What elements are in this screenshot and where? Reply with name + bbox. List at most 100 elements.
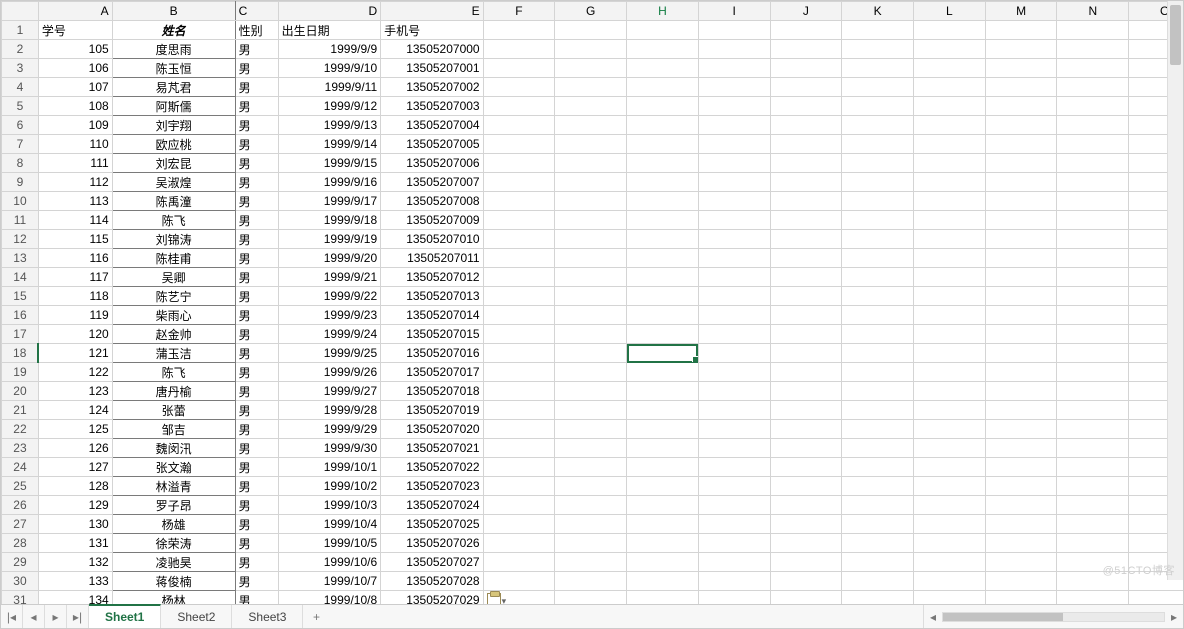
cell-L27[interactable] — [914, 515, 986, 534]
cell-K29[interactable] — [842, 553, 914, 572]
cell-D28[interactable]: 1999/10/5 — [278, 534, 380, 553]
select-all-cell[interactable] — [2, 2, 39, 21]
cell-H6[interactable] — [627, 116, 699, 135]
cell-G26[interactable] — [555, 496, 627, 515]
cell-G31[interactable] — [555, 591, 627, 605]
cell-D25[interactable]: 1999/10/2 — [278, 477, 380, 496]
cell-L19[interactable] — [914, 363, 986, 382]
cell-D20[interactable]: 1999/9/27 — [278, 382, 380, 401]
cell-A21[interactable]: 124 — [38, 401, 112, 420]
cell-L22[interactable] — [914, 420, 986, 439]
cell-L24[interactable] — [914, 458, 986, 477]
row-header-30[interactable]: 30 — [2, 572, 39, 591]
cell-G27[interactable] — [555, 515, 627, 534]
cell-L30[interactable] — [914, 572, 986, 591]
cell-D29[interactable]: 1999/10/6 — [278, 553, 380, 572]
row-header-3[interactable]: 3 — [2, 59, 39, 78]
cell-D19[interactable]: 1999/9/26 — [278, 363, 380, 382]
cell-N4[interactable] — [1057, 78, 1129, 97]
cell-C4[interactable]: 男 — [235, 78, 278, 97]
cell-E26[interactable]: 13505207024 — [381, 496, 483, 515]
cell-K21[interactable] — [842, 401, 914, 420]
cell-D31[interactable]: 1999/10/8 — [278, 591, 380, 605]
row-header-27[interactable]: 27 — [2, 515, 39, 534]
cell-D2[interactable]: 1999/9/9 — [278, 40, 380, 59]
cell-K31[interactable] — [842, 591, 914, 605]
cell-K26[interactable] — [842, 496, 914, 515]
cell-C21[interactable]: 男 — [235, 401, 278, 420]
cell-M11[interactable] — [985, 211, 1057, 230]
cell-F12[interactable] — [483, 230, 555, 249]
cell-A6[interactable]: 109 — [38, 116, 112, 135]
cell-C9[interactable]: 男 — [235, 173, 278, 192]
cell-M14[interactable] — [985, 268, 1057, 287]
cell-C25[interactable]: 男 — [235, 477, 278, 496]
hscroll-right[interactable]: ▸ — [1165, 610, 1183, 624]
cell-C6[interactable]: 男 — [235, 116, 278, 135]
column-header-N[interactable]: N — [1057, 2, 1129, 21]
cell-B31[interactable]: 杨林 — [112, 591, 235, 605]
cell-J7[interactable] — [770, 135, 842, 154]
cell-D18[interactable]: 1999/9/25 — [278, 344, 380, 363]
cell-M17[interactable] — [985, 325, 1057, 344]
cell-L31[interactable] — [914, 591, 986, 605]
cell-K20[interactable] — [842, 382, 914, 401]
cell-M13[interactable] — [985, 249, 1057, 268]
column-header-J[interactable]: J — [770, 2, 842, 21]
cell-A29[interactable]: 132 — [38, 553, 112, 572]
cell-C19[interactable]: 男 — [235, 363, 278, 382]
cell-H30[interactable] — [627, 572, 699, 591]
cell-E4[interactable]: 13505207002 — [381, 78, 483, 97]
cell-I13[interactable] — [698, 249, 770, 268]
vertical-scroll-thumb[interactable] — [1170, 5, 1181, 65]
cell-H18[interactable] — [627, 344, 699, 363]
cell-B25[interactable]: 林溢青 — [112, 477, 235, 496]
cell-E1[interactable]: 手机号 — [381, 21, 483, 40]
cell-G12[interactable] — [555, 230, 627, 249]
cell-K25[interactable] — [842, 477, 914, 496]
cell-E5[interactable]: 13505207003 — [381, 97, 483, 116]
cell-J26[interactable] — [770, 496, 842, 515]
cell-J18[interactable] — [770, 344, 842, 363]
cell-A2[interactable]: 105 — [38, 40, 112, 59]
cell-K23[interactable] — [842, 439, 914, 458]
tab-nav-last[interactable]: ▸| — [67, 605, 89, 628]
cell-I28[interactable] — [698, 534, 770, 553]
cell-C15[interactable]: 男 — [235, 287, 278, 306]
cell-B28[interactable]: 徐荣涛 — [112, 534, 235, 553]
cell-J1[interactable] — [770, 21, 842, 40]
cell-D9[interactable]: 1999/9/16 — [278, 173, 380, 192]
cell-N15[interactable] — [1057, 287, 1129, 306]
cell-M24[interactable] — [985, 458, 1057, 477]
cell-E23[interactable]: 13505207021 — [381, 439, 483, 458]
cell-I29[interactable] — [698, 553, 770, 572]
cell-A13[interactable]: 116 — [38, 249, 112, 268]
cell-M30[interactable] — [985, 572, 1057, 591]
cell-J21[interactable] — [770, 401, 842, 420]
cell-A3[interactable]: 106 — [38, 59, 112, 78]
cell-B8[interactable]: 刘宏昆 — [112, 154, 235, 173]
column-header-D[interactable]: D — [278, 2, 380, 21]
cell-N11[interactable] — [1057, 211, 1129, 230]
cell-G19[interactable] — [555, 363, 627, 382]
cell-J23[interactable] — [770, 439, 842, 458]
cell-D8[interactable]: 1999/9/15 — [278, 154, 380, 173]
cell-F20[interactable] — [483, 382, 555, 401]
cell-D4[interactable]: 1999/9/11 — [278, 78, 380, 97]
cell-F1[interactable] — [483, 21, 555, 40]
cell-C1[interactable]: 性别 — [235, 21, 278, 40]
cell-N17[interactable] — [1057, 325, 1129, 344]
cell-F7[interactable] — [483, 135, 555, 154]
cell-L13[interactable] — [914, 249, 986, 268]
cell-A16[interactable]: 119 — [38, 306, 112, 325]
row-header-28[interactable]: 28 — [2, 534, 39, 553]
cell-A26[interactable]: 129 — [38, 496, 112, 515]
cell-J29[interactable] — [770, 553, 842, 572]
cell-A22[interactable]: 125 — [38, 420, 112, 439]
cell-E10[interactable]: 13505207008 — [381, 192, 483, 211]
cell-M7[interactable] — [985, 135, 1057, 154]
column-header-I[interactable]: I — [698, 2, 770, 21]
cell-B5[interactable]: 阿斯儒 — [112, 97, 235, 116]
cell-F9[interactable] — [483, 173, 555, 192]
cell-G24[interactable] — [555, 458, 627, 477]
